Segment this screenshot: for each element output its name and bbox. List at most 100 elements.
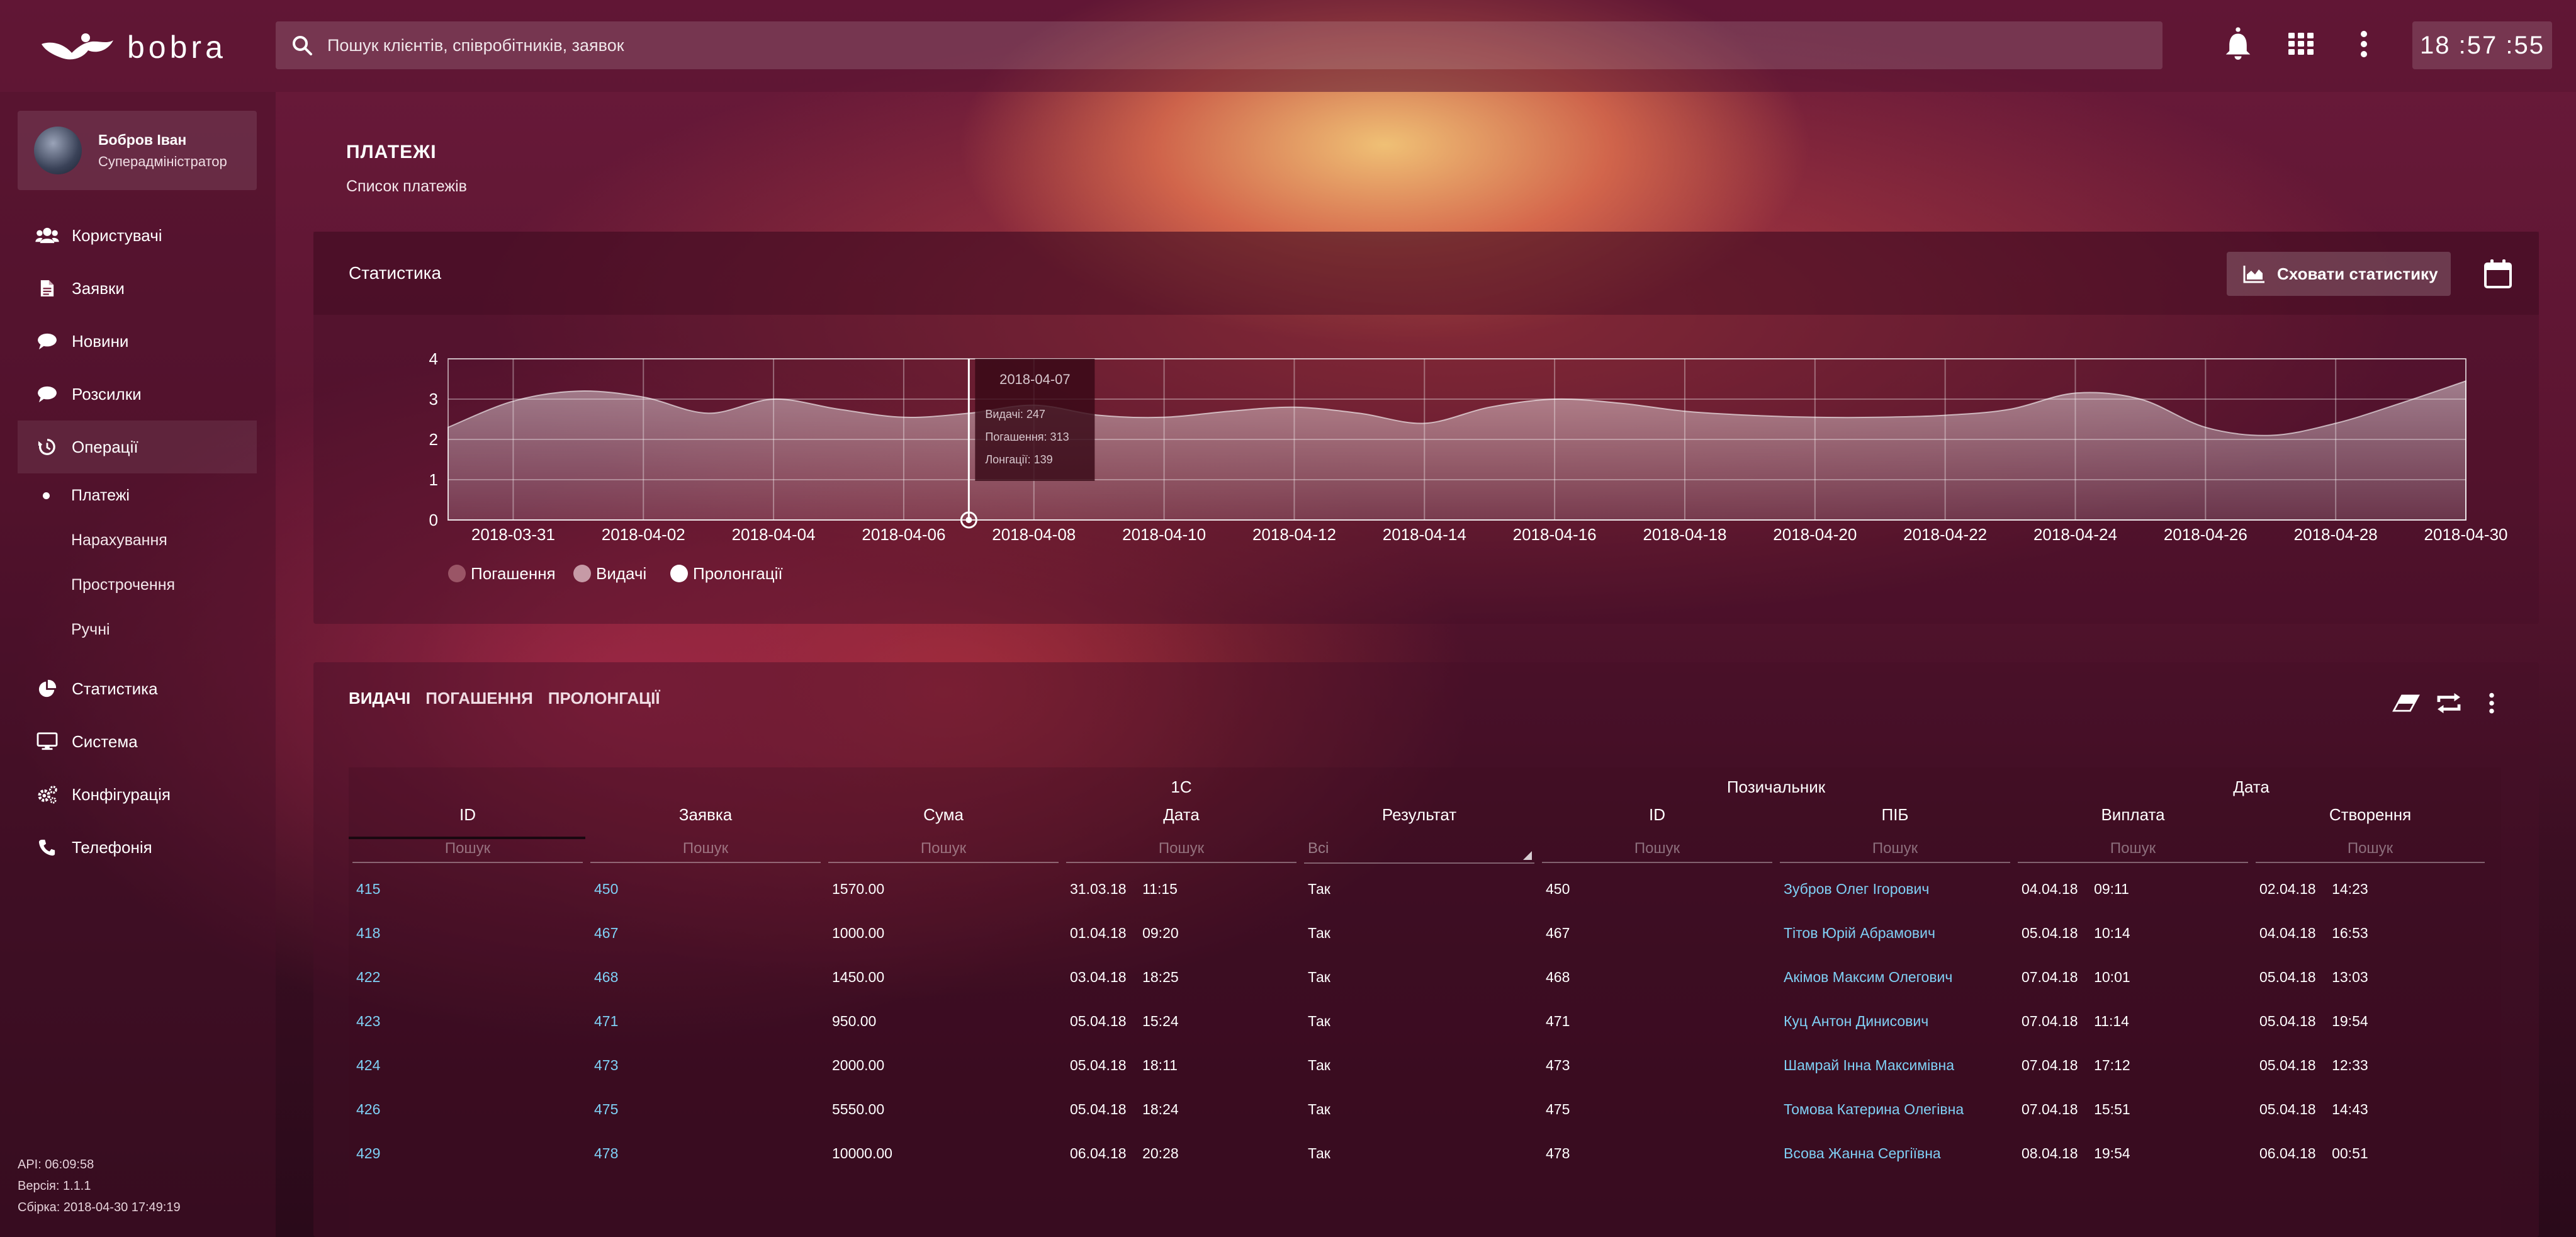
cell-request[interactable]: 478 xyxy=(587,1131,824,1175)
cell-borrower-id: 478 xyxy=(1546,1144,1570,1161)
sidebar-subitem-label: Прострочення xyxy=(71,576,176,594)
history-icon xyxy=(35,437,59,457)
more-menu-button[interactable] xyxy=(2345,25,2383,63)
x-tick-label: 2018-04-24 xyxy=(2033,525,2117,544)
apps-button[interactable] xyxy=(2282,25,2320,63)
sidebar-item-configuration[interactable]: Конфігурація xyxy=(18,768,257,821)
logo[interactable]: bobra xyxy=(39,25,227,69)
sidebar-item-telephony[interactable]: Телефонія xyxy=(18,821,257,874)
table-row[interactable]: 415 450 1570.00 31.03.18 11:15 Так 450 Зубров … xyxy=(349,867,2489,911)
legend-label: Пролонгації xyxy=(693,564,783,583)
filter-result-select[interactable]: Всі xyxy=(1304,835,1534,864)
cell-full-name[interactable]: Тітов Юрій Абрамович xyxy=(1776,911,2014,955)
cell-full-name[interactable]: Куц Антон Динисович xyxy=(1776,999,2014,1043)
search-input[interactable] xyxy=(326,35,2091,56)
column-header-created[interactable]: Створення xyxy=(2252,798,2489,832)
column-header-id[interactable]: ID xyxy=(349,798,587,832)
cell-full-name[interactable]: Акімов Максим Олегович xyxy=(1776,955,2014,999)
sort-indicator xyxy=(349,837,585,839)
tab-prolongations[interactable]: ПРОЛОНГАЦІЇ xyxy=(548,689,660,708)
column-header-amount[interactable]: Сума xyxy=(824,798,1062,832)
table-row[interactable]: 429 478 10000.00 06.04.18 20:28 Так 478 Всова … xyxy=(349,1131,2489,1175)
cell-id[interactable]: 415 xyxy=(349,867,587,911)
column-header-request[interactable]: Заявка xyxy=(587,798,824,832)
column-header-full-name[interactable]: ПІБ xyxy=(1776,798,2014,832)
refresh-button[interactable] xyxy=(2432,686,2466,720)
calendar-icon[interactable] xyxy=(2482,258,2514,290)
document-icon xyxy=(35,278,59,298)
cell-full-name[interactable]: Томова Катерина Олегівна xyxy=(1776,1087,2014,1131)
cell-request[interactable]: 473 xyxy=(587,1043,824,1087)
tab-repayments[interactable]: ПОГАШЕННЯ xyxy=(425,689,533,708)
global-search[interactable] xyxy=(276,21,2163,69)
filter-id[interactable] xyxy=(352,835,583,863)
more-vertical-icon xyxy=(2361,31,2367,57)
cell-id[interactable]: 422 xyxy=(349,955,587,999)
table-row[interactable]: 418 467 1000.00 01.04.18 09:20 Так 467 Тітов Ю… xyxy=(349,911,2489,955)
filter-borrower-id[interactable] xyxy=(1542,835,1772,863)
filter-created[interactable] xyxy=(2256,835,2485,863)
sidebar-subitem-overdue[interactable]: Прострочення xyxy=(18,563,257,607)
clock: 18 :57 :55 xyxy=(2412,21,2552,69)
cell-amount: 1450.00 xyxy=(832,968,885,985)
payments-table: 1С Позичальник Дата ID Заявка Сума Дата … xyxy=(349,767,2489,1175)
cell-full-name[interactable]: Шамрай Інна Максимівна xyxy=(1776,1043,2014,1087)
filter-date[interactable] xyxy=(1066,835,1296,863)
cell-id[interactable]: 426 xyxy=(349,1087,587,1131)
notifications-button[interactable] xyxy=(2219,25,2257,63)
cell-request[interactable]: 471 xyxy=(587,999,824,1043)
filter-request[interactable] xyxy=(590,835,821,863)
pie-chart-icon xyxy=(35,679,59,699)
sidebar-item-statistics[interactable]: Статистика xyxy=(18,662,257,715)
cell-full-name[interactable]: Зубров Олег Ігорович xyxy=(1776,867,2014,911)
sidebar-item-mailings[interactable]: Розсилки xyxy=(18,368,257,421)
table-row[interactable]: 423 471 950.00 05.04.18 15:24 Так 471 Куц Анто… xyxy=(349,999,2489,1043)
sidebar-item-users[interactable]: Користувачі xyxy=(18,209,257,262)
sidebar-item-label: Система xyxy=(72,731,138,751)
x-tick-label: 2018-04-12 xyxy=(1252,525,1336,544)
legend-item[interactable]: Пролонгації xyxy=(670,564,783,583)
cell-request[interactable]: 475 xyxy=(587,1087,824,1131)
table-row[interactable]: 426 475 5550.00 05.04.18 18:24 Так 475 Томова … xyxy=(349,1087,2489,1131)
sidebar-subitem-manual[interactable]: Ручні xyxy=(18,607,257,652)
filter-full-name[interactable] xyxy=(1780,835,2010,863)
user-profile[interactable]: Бобров Іван Суперадміністратор xyxy=(18,111,257,190)
cell-request[interactable]: 468 xyxy=(587,955,824,999)
filter-payout[interactable] xyxy=(2018,835,2248,863)
cell-request[interactable]: 450 xyxy=(587,867,824,911)
clear-filters-button[interactable] xyxy=(2389,686,2423,720)
hide-statistics-button[interactable]: Сховати статистику xyxy=(2227,252,2451,296)
comment-icon xyxy=(35,384,59,404)
cell-id[interactable]: 429 xyxy=(349,1131,587,1175)
cell-result: Так xyxy=(1308,1144,1330,1161)
table-row[interactable]: 422 468 1450.00 03.04.18 18:25 Так 468 Акімов … xyxy=(349,955,2489,999)
legend-label: Погашення xyxy=(471,564,556,583)
cell-amount: 1570.00 xyxy=(832,880,885,897)
cell-amount: 10000.00 xyxy=(832,1144,892,1161)
sidebar-item-operations[interactable]: Операції xyxy=(18,421,257,473)
sidebar: Бобров Іван Суперадміністратор Користува… xyxy=(0,92,276,1237)
column-header-date[interactable]: Дата xyxy=(1062,798,1300,832)
legend-item[interactable]: Видачі xyxy=(573,564,646,583)
column-header-payout[interactable]: Виплата xyxy=(2014,798,2252,832)
cell-request[interactable]: 467 xyxy=(587,911,824,955)
cell-full-name[interactable]: Всова Жанна Сергіївна xyxy=(1776,1131,2014,1175)
cell-id[interactable]: 424 xyxy=(349,1043,587,1087)
legend-item[interactable]: Погашення xyxy=(448,564,556,583)
column-header-result[interactable]: Результат xyxy=(1300,798,1538,832)
sidebar-item-system[interactable]: Система xyxy=(18,715,257,768)
tab-issues[interactable]: ВИДАЧІ xyxy=(349,689,410,708)
filter-amount[interactable] xyxy=(828,835,1059,863)
column-header-borrower-id[interactable]: ID xyxy=(1538,798,1776,832)
comment-icon xyxy=(35,331,59,351)
cell-id[interactable]: 423 xyxy=(349,999,587,1043)
sidebar-item-requests[interactable]: Заявки xyxy=(18,262,257,315)
table-row[interactable]: 424 473 2000.00 05.04.18 18:11 Так 473 Шамрай … xyxy=(349,1043,2489,1087)
sidebar-item-news[interactable]: Новини xyxy=(18,315,257,368)
cell-created: 05.04.18 19:54 xyxy=(2259,1012,2368,1029)
sidebar-subitem-payments[interactable]: Платежі xyxy=(18,473,257,518)
table-menu-button[interactable] xyxy=(2475,686,2509,720)
cell-id[interactable]: 418 xyxy=(349,911,587,955)
sidebar-subitem-accruals[interactable]: Нарахування xyxy=(18,518,257,563)
sidebar-item-label: Розсилки xyxy=(72,384,142,404)
